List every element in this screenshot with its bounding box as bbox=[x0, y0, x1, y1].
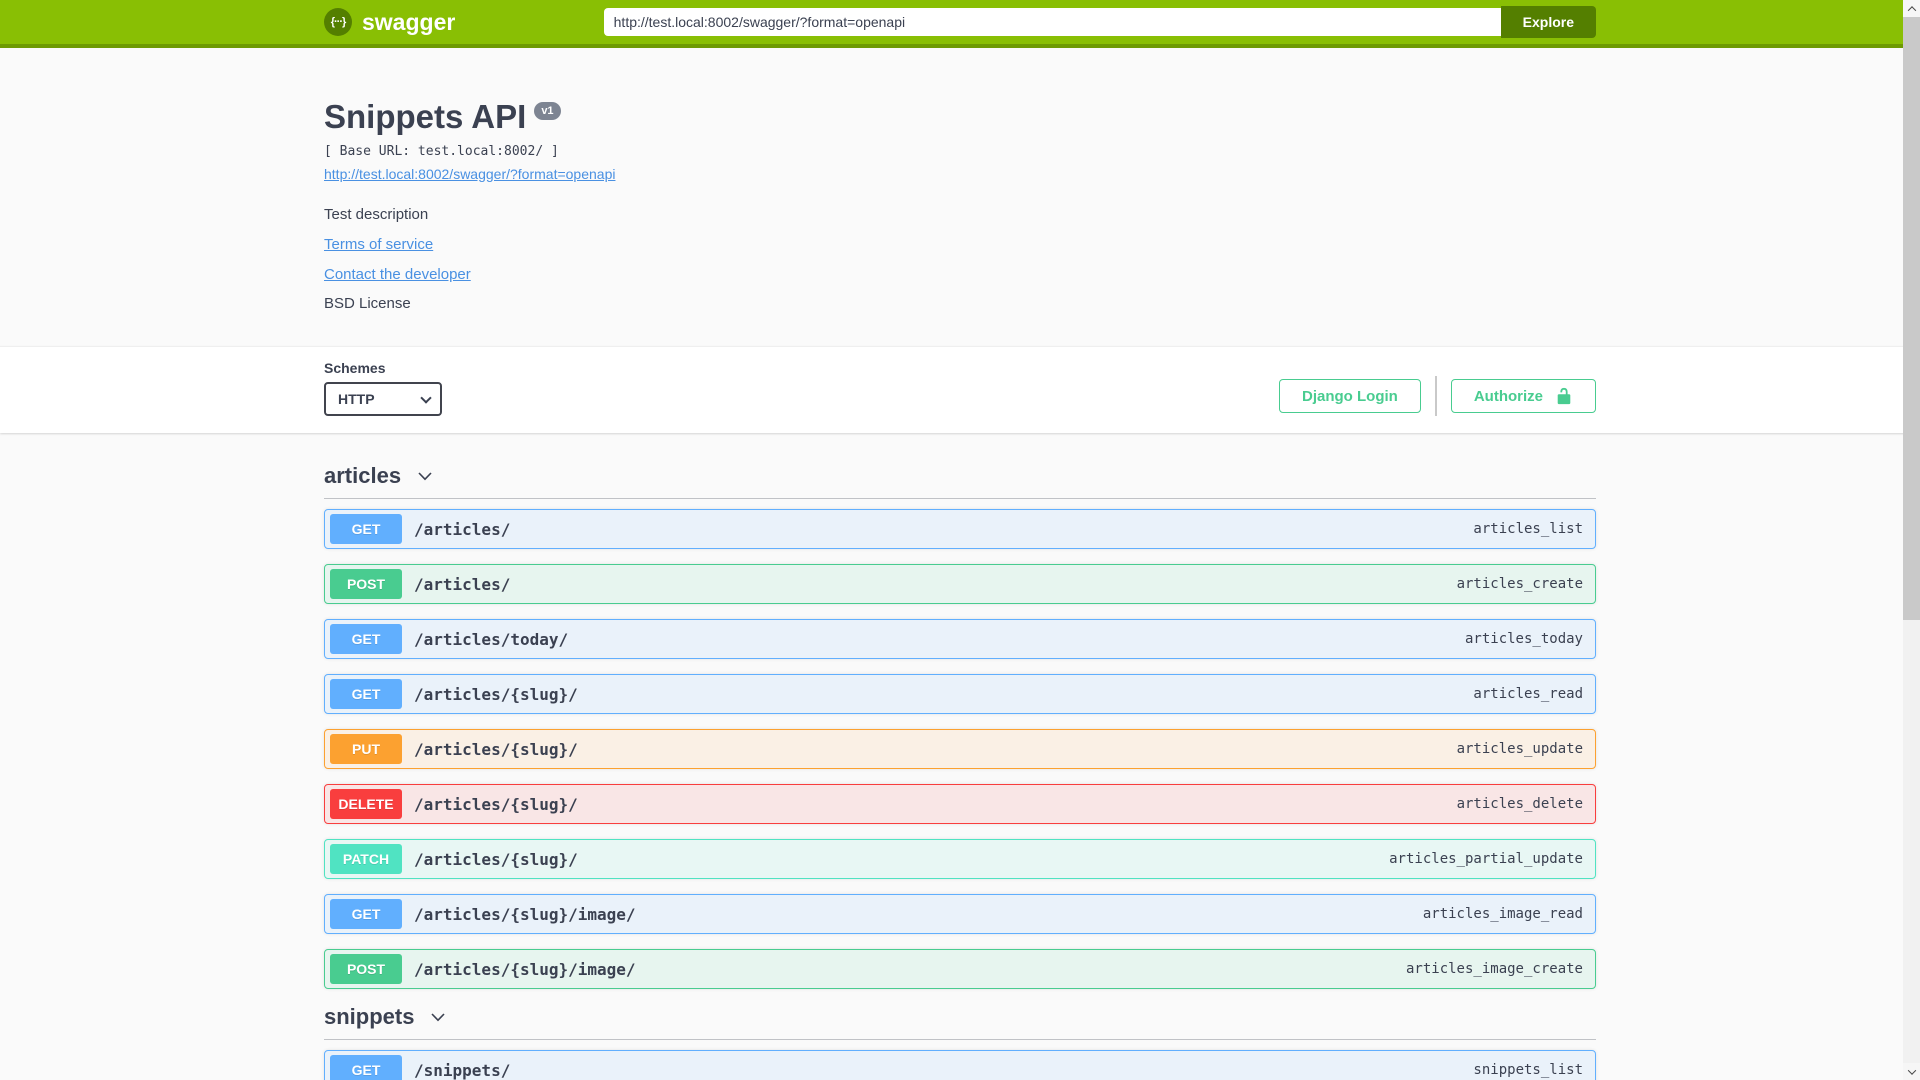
method-badge: DELETE bbox=[330, 789, 402, 819]
api-tag-section: articles GET /articles/ articles_list PO… bbox=[324, 463, 1596, 989]
scrollbar-down-button[interactable] bbox=[1903, 1063, 1920, 1080]
operation-id: articles_read bbox=[1473, 686, 1583, 702]
license-text: BSD License bbox=[324, 295, 411, 312]
method-badge: GET bbox=[330, 679, 402, 709]
operation-row[interactable]: GET /articles/ articles_list bbox=[324, 509, 1596, 549]
operation-path: /articles/{slug}/ bbox=[414, 794, 578, 814]
operation-path: /articles/{slug}/image/ bbox=[414, 959, 636, 979]
schemes-group: Schemes HTTP bbox=[324, 360, 442, 416]
method-badge: GET bbox=[330, 514, 402, 544]
api-description: Test description bbox=[324, 206, 429, 223]
operation-path: /articles/ bbox=[414, 574, 511, 594]
tag-header[interactable]: snippets bbox=[324, 1004, 1596, 1040]
operation-row[interactable]: PUT /articles/{slug}/ articles_update bbox=[324, 729, 1596, 769]
operation-id: articles_partial_update bbox=[1389, 851, 1583, 867]
chevron-down-icon bbox=[418, 472, 432, 481]
operation-id: articles_create bbox=[1456, 576, 1583, 592]
operations-list: articles GET /articles/ articles_list PO… bbox=[324, 433, 1596, 1080]
brand-title: swagger bbox=[362, 8, 456, 35]
swagger-brand[interactable]: {···} swagger bbox=[324, 8, 455, 36]
operation-row[interactable]: GET /snippets/ snippets_list bbox=[324, 1050, 1596, 1080]
spec-url-input[interactable] bbox=[603, 8, 1501, 36]
operation-id: articles_list bbox=[1473, 521, 1583, 537]
operation-path: /snippets/ bbox=[414, 1060, 511, 1080]
method-badge: PUT bbox=[330, 734, 402, 764]
explore-button[interactable]: Explore bbox=[1500, 6, 1596, 38]
authorize-label: Authorize bbox=[1473, 387, 1543, 405]
method-badge: POST bbox=[330, 569, 402, 599]
scheme-section: Schemes HTTP Django Login Authorize bbox=[0, 346, 1920, 433]
operation-id: articles_today bbox=[1464, 631, 1583, 647]
info-section: Snippets API v1 [ Base URL: test.local:80… bbox=[0, 48, 1920, 346]
auth-divider bbox=[1434, 376, 1437, 416]
operation-row[interactable]: GET /articles/today/ articles_today bbox=[324, 619, 1596, 659]
spec-link[interactable]: http://test.local:8002/swagger/?format=o… bbox=[324, 166, 615, 182]
version-badge: v1 bbox=[534, 102, 561, 120]
unlock-icon bbox=[1557, 387, 1571, 405]
schemes-label: Schemes bbox=[324, 360, 386, 376]
tag-header[interactable]: articles bbox=[324, 463, 1596, 499]
chevron-down-icon bbox=[431, 1013, 446, 1022]
operation-row[interactable]: POST /articles/{slug}/image/ articles_im… bbox=[324, 949, 1596, 989]
authorize-button[interactable]: Authorize bbox=[1450, 379, 1596, 413]
terms-of-service-link[interactable]: Terms of service bbox=[324, 236, 433, 253]
schemes-select[interactable]: HTTP bbox=[324, 382, 442, 416]
operation-id: articles_image_read bbox=[1422, 906, 1583, 922]
topbar: {···} swagger Explore bbox=[0, 0, 1920, 48]
operation-path: /articles/ bbox=[414, 519, 511, 539]
spec-url-form: Explore bbox=[603, 6, 1596, 38]
arrow-up-icon bbox=[1907, 5, 1916, 15]
tag-operations: GET /snippets/ snippets_list bbox=[324, 1040, 1596, 1080]
schemes-select-wrap: HTTP bbox=[324, 382, 442, 416]
operation-path: /articles/{slug}/image/ bbox=[414, 904, 636, 924]
operation-path: /articles/{slug}/ bbox=[414, 739, 578, 759]
operation-row[interactable]: POST /articles/ articles_create bbox=[324, 564, 1596, 604]
auth-wrapper: Django Login Authorize bbox=[1279, 376, 1596, 416]
operation-id: articles_image_create bbox=[1405, 961, 1583, 977]
operation-path: /articles/today/ bbox=[414, 629, 569, 649]
page-title: Snippets API v1 bbox=[324, 98, 1596, 136]
arrow-down-icon bbox=[1907, 1065, 1916, 1075]
operation-path: /articles/{slug}/ bbox=[414, 849, 578, 869]
method-badge: GET bbox=[330, 1055, 402, 1080]
method-badge: GET bbox=[330, 899, 402, 929]
contact-developer-link[interactable]: Contact the developer bbox=[324, 266, 471, 283]
method-badge: POST bbox=[330, 954, 402, 984]
swagger-logo-icon: {···} bbox=[324, 8, 352, 36]
tag-operations: GET /articles/ articles_list POST /artic… bbox=[324, 499, 1596, 989]
base-url: [ Base URL: test.local:8002/ ] bbox=[324, 144, 559, 159]
operation-id: articles_delete bbox=[1456, 796, 1583, 812]
api-title-text: Snippets API bbox=[324, 98, 527, 135]
operation-row[interactable]: GET /articles/{slug}/ articles_read bbox=[324, 674, 1596, 714]
operation-path: /articles/{slug}/ bbox=[414, 684, 578, 704]
operation-row[interactable]: DELETE /articles/{slug}/ articles_delete bbox=[324, 784, 1596, 824]
scrollbar-thumb[interactable] bbox=[1903, 17, 1920, 620]
operation-id: articles_update bbox=[1456, 741, 1583, 757]
django-login-button[interactable]: Django Login bbox=[1279, 379, 1421, 413]
operation-row[interactable]: PATCH /articles/{slug}/ articles_partial… bbox=[324, 839, 1596, 879]
scrollbar-up-button[interactable] bbox=[1903, 0, 1920, 17]
operation-id: snippets_list bbox=[1473, 1062, 1583, 1078]
api-tag-section: snippets GET /snippets/ snippets_list bbox=[324, 1004, 1596, 1080]
django-login-label: Django Login bbox=[1302, 387, 1398, 405]
method-badge: GET bbox=[330, 624, 402, 654]
vertical-scrollbar[interactable] bbox=[1903, 0, 1920, 1080]
operation-row[interactable]: GET /articles/{slug}/image/ articles_ima… bbox=[324, 894, 1596, 934]
tag-label: snippets bbox=[324, 1004, 415, 1029]
method-badge: PATCH bbox=[330, 844, 402, 874]
tag-label: articles bbox=[324, 463, 402, 488]
